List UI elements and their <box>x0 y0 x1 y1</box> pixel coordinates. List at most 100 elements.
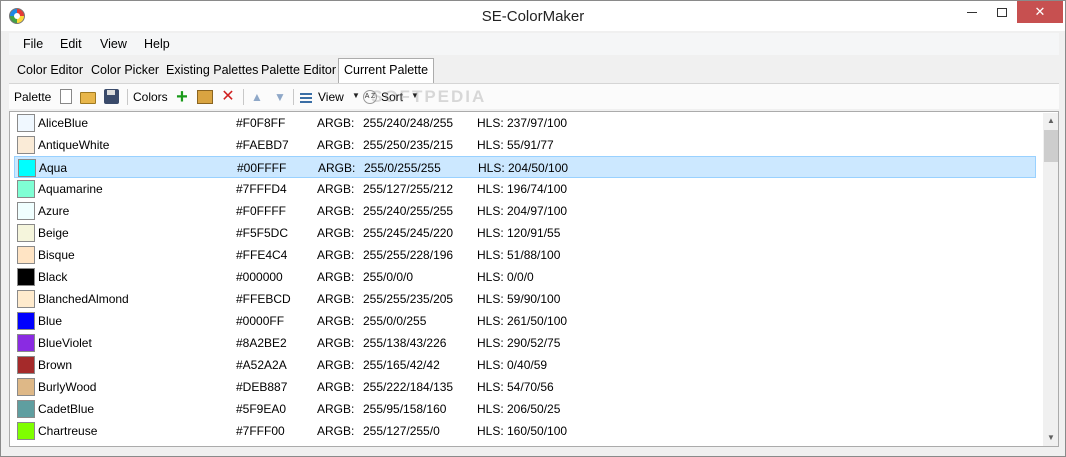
toolbar-separator <box>127 89 128 105</box>
edit-icon[interactable] <box>197 90 213 104</box>
color-argb: 255/222/184/135 <box>363 380 454 394</box>
color-hls: HLS: 160/50/100 <box>477 424 568 438</box>
color-hex: #F0FFFF <box>236 204 286 218</box>
color-argb: 255/127/255/212 <box>363 182 454 196</box>
menu-view[interactable]: View <box>100 37 127 51</box>
color-name: Bisque <box>38 248 75 262</box>
color-hls: HLS: 290/52/75 <box>477 336 561 350</box>
argb-label: ARGB: <box>317 402 355 416</box>
color-argb: 255/240/248/255 <box>363 116 454 130</box>
color-hex: #F0F8FF <box>236 116 286 130</box>
color-hls: HLS: 59/90/100 <box>477 292 561 306</box>
move-up-icon[interactable]: ▲ <box>249 89 265 105</box>
menu-edit[interactable]: Edit <box>60 37 82 51</box>
list-item[interactable]: BlueViolet #8A2BE2 ARGB: 255/138/43/226 HLS:… <box>14 332 1036 354</box>
argb-label: ARGB: <box>317 204 355 218</box>
watermark: SOFTPEDIA <box>371 87 487 106</box>
list-item[interactable]: Azure #F0FFFF ARGB: 255/240/255/255 HLS: 204… <box>14 200 1036 222</box>
color-name: Black <box>38 270 68 284</box>
tab-current-palette[interactable]: Current Palette <box>338 58 435 83</box>
list-item[interactable]: BlanchedAlmond #FFEBCD ARGB: 255/255/235/20… <box>14 288 1036 310</box>
color-hls: HLS: 0/40/59 <box>477 358 548 372</box>
scroll-up-icon[interactable]: ▲ <box>1043 113 1058 129</box>
argb-label: ARGB: <box>317 336 355 350</box>
argb-label: ARGB: <box>317 226 355 240</box>
color-swatch <box>17 180 35 198</box>
delete-icon[interactable]: ✕ <box>220 89 236 105</box>
scroll-down-icon[interactable]: ▼ <box>1043 430 1058 446</box>
color-hls: HLS: 204/50/100 <box>478 161 569 175</box>
color-hls: HLS: 55/91/77 <box>477 138 554 152</box>
add-icon[interactable]: + <box>174 87 190 107</box>
color-hex: #8A2BE2 <box>236 336 287 350</box>
list-item[interactable]: Aqua #00FFFF ARGB: 255/0/255/255 HLS: 204/50… <box>14 156 1036 178</box>
color-argb: 255/240/255/255 <box>363 204 454 218</box>
move-down-icon[interactable]: ▼ <box>272 89 288 105</box>
scrollbar-thumb[interactable] <box>1044 130 1058 162</box>
color-hex: #0000FF <box>236 314 285 328</box>
color-name: Aqua <box>39 161 68 175</box>
color-argb: 255/0/255/255 <box>364 161 441 175</box>
color-swatch <box>17 246 35 264</box>
maximize-button[interactable] <box>987 1 1017 23</box>
list-item[interactable]: AliceBlue #F0F8FF ARGB: 255/240/248/255 HLS:… <box>14 112 1036 134</box>
app-window: SE-ColorMaker ✕ File Edit View Help Colo… <box>0 0 1066 457</box>
view-chevron-down-icon[interactable]: ▼ <box>352 91 360 100</box>
vertical-scrollbar[interactable]: ▲ ▼ <box>1043 113 1058 446</box>
list-item[interactable]: BurlyWood #DEB887 ARGB: 255/222/184/135 HLS:… <box>14 376 1036 398</box>
close-button[interactable]: ✕ <box>1017 1 1063 23</box>
list-item[interactable]: CadetBlue #5F9EA0 ARGB: 255/95/158/160 HLS: … <box>14 398 1036 420</box>
color-swatch <box>17 400 35 418</box>
color-hex: #FAEBD7 <box>236 138 289 152</box>
color-name: CadetBlue <box>38 402 95 416</box>
open-folder-icon[interactable] <box>80 92 96 104</box>
color-hex: #DEB887 <box>236 380 288 394</box>
color-hex: #FFE4C4 <box>236 248 288 262</box>
color-argb: 255/250/235/215 <box>363 138 454 152</box>
list-item[interactable]: Beige #F5F5DC ARGB: 255/245/245/220 HLS: 120… <box>14 222 1036 244</box>
color-list[interactable]: AliceBlue #F0F8FF ARGB: 255/240/248/255 HLS:… <box>9 111 1059 447</box>
minimize-button[interactable] <box>957 1 987 23</box>
save-icon[interactable] <box>104 89 119 104</box>
palette-label: Palette <box>14 90 52 104</box>
color-swatch <box>17 312 35 330</box>
list-item[interactable]: AntiqueWhite #FAEBD7 ARGB: 255/250/235/215 H… <box>14 134 1036 156</box>
color-swatch <box>18 159 36 177</box>
list-item[interactable]: Brown #A52A2A ARGB: 255/165/42/42 HLS: 0/40/… <box>14 354 1036 376</box>
color-swatch <box>17 356 35 374</box>
color-hex: #F5F5DC <box>236 226 289 240</box>
argb-label: ARGB: <box>317 292 355 306</box>
toolbar-separator <box>243 89 244 105</box>
title-bar[interactable]: SE-ColorMaker ✕ <box>1 1 1065 31</box>
color-argb: 255/0/0/255 <box>363 314 427 328</box>
list-item[interactable]: Black #000000 ARGB: 255/0/0/0 HLS: 0/0/0 <box>14 266 1036 288</box>
list-item[interactable]: Bisque #FFE4C4 ARGB: 255/255/228/196 HLS: 51… <box>14 244 1036 266</box>
menu-bar: File Edit View Help <box>9 33 1059 55</box>
tab-palette-editor[interactable]: Palette Editor <box>261 63 336 77</box>
menu-help[interactable]: Help <box>144 37 170 51</box>
list-item[interactable]: Aquamarine #7FFFD4 ARGB: 255/127/255/212 HLS… <box>14 178 1036 200</box>
list-item[interactable]: Chartreuse #7FFF00 ARGB: 255/127/255/0 HLS: … <box>14 420 1036 442</box>
argb-label: ARGB: <box>317 270 355 284</box>
tab-existing-palettes[interactable]: Existing Palettes <box>166 63 258 77</box>
color-argb: 255/245/245/220 <box>363 226 454 240</box>
view-grid-icon[interactable] <box>300 91 312 103</box>
new-file-icon[interactable] <box>60 89 72 104</box>
color-hex: #FFEBCD <box>236 292 291 306</box>
color-swatch <box>17 202 35 220</box>
tab-color-editor[interactable]: Color Editor <box>17 63 83 77</box>
color-hex: #5F9EA0 <box>236 402 287 416</box>
menu-file[interactable]: File <box>23 37 43 51</box>
color-swatch <box>17 268 35 286</box>
color-name: BurlyWood <box>38 380 97 394</box>
argb-label: ARGB: <box>317 138 355 152</box>
color-argb: 255/0/0/0 <box>363 270 414 284</box>
tab-color-picker[interactable]: Color Picker <box>91 63 159 77</box>
close-icon: ✕ <box>1034 4 1046 19</box>
list-item[interactable]: Blue #0000FF ARGB: 255/0/0/255 HLS: 261/50/1… <box>14 310 1036 332</box>
view-dropdown[interactable]: View <box>318 90 344 104</box>
tab-strip: Color Editor Color Picker Existing Palet… <box>9 57 1059 83</box>
color-argb: 255/138/43/226 <box>363 336 447 350</box>
color-argb: 255/165/42/42 <box>363 358 440 372</box>
color-name: Blue <box>38 314 63 328</box>
